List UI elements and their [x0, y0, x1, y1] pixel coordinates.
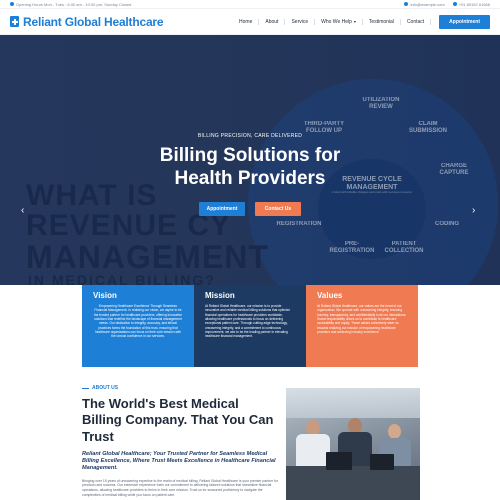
chevron-down-icon: ▾ — [353, 19, 356, 24]
phone-text[interactable]: +91 89152 61666 — [459, 2, 490, 7]
values-title: Values — [317, 291, 343, 300]
chevron-left-icon[interactable]: ‹ — [21, 205, 24, 216]
logo-text[interactable]: Reliant Global Healthcare — [23, 15, 164, 29]
nav-home[interactable]: Home — [233, 19, 258, 25]
chevron-right-icon[interactable]: › — [472, 205, 475, 216]
clock-icon — [10, 2, 14, 6]
email-text[interactable]: info@example.com — [410, 2, 444, 7]
values-card: Values At Reliant Global Healthcare, our… — [306, 285, 418, 367]
nav-who-we-help-label: Who We Help — [321, 18, 352, 25]
photo-monitor — [370, 454, 394, 470]
hero-title-line-2: Health Providers — [174, 167, 326, 189]
about-eyebrow: ABOUT US — [82, 385, 282, 391]
about-section: ABOUT US The World's Best Medical Billin… — [82, 385, 282, 498]
hero-eyebrow: BILLING PRECISION, CARE DELIVERED — [197, 133, 303, 139]
header-appointment-button[interactable]: Appointment — [439, 14, 490, 29]
nav-who-we-help[interactable]: Who We Help ▾ — [315, 19, 362, 25]
nav-divider — [430, 18, 432, 25]
logo[interactable]: Reliant Global Healthcare — [10, 15, 164, 29]
hero-buttons: Appointment Contact Us — [0, 202, 500, 216]
values-text: At Reliant Global Healthcare, our values… — [317, 304, 407, 334]
opening-hours-text: Opening Hours Mon - Tues : 6.00 am - 10.… — [16, 1, 132, 7]
mission-title: Mission — [205, 291, 235, 300]
nav-testimonial[interactable]: Testimonial — [363, 19, 400, 25]
top-bar: Opening Hours Mon - Tues : 6.00 am - 10.… — [0, 0, 500, 9]
main-nav: Home About Service Who We Help ▾ Testimo… — [233, 18, 432, 25]
site-header: Reliant Global Healthcare Home About Ser… — [0, 9, 500, 35]
about-body: Bringing over 15 years of unwavering exp… — [82, 478, 278, 498]
vision-card: Vision Empowering Healthcare Excellence … — [82, 285, 194, 367]
hero-contact-button[interactable]: Contact Us — [255, 202, 301, 216]
about-title: The World's Best Medical Billing Company… — [82, 396, 274, 444]
page: Opening Hours Mon - Tues : 6.00 am - 10.… — [0, 0, 500, 500]
mission-text: At Reliant Global Healthcare, our missio… — [205, 304, 291, 339]
hero-title: Billing Solutions for Health Providers — [0, 145, 500, 191]
phone-icon — [452, 2, 457, 6]
vision-title: Vision — [93, 291, 117, 300]
photo-person-head — [388, 424, 401, 439]
hero-slider: WHAT IS REVENUE CY MANAGEMENT IN MEDICAL… — [0, 35, 500, 285]
photo-window — [286, 388, 420, 418]
mail-icon — [404, 2, 409, 6]
email-link[interactable]: info@example.com — [404, 2, 445, 7]
about-subtitle: Reliant Global Healthcare; Your Trusted … — [82, 450, 276, 472]
vision-mission-values: Vision Empowering Healthcare Excellence … — [82, 285, 418, 367]
hero-content: BILLING PRECISION, CARE DELIVERED Billin… — [0, 35, 500, 285]
photo-desk — [286, 466, 420, 500]
vision-text: Empowering Healthcare Excellence Through… — [93, 304, 182, 339]
photo-monitor — [326, 452, 352, 470]
about-eyebrow-text: ABOUT US — [92, 385, 119, 391]
hero-appointment-button[interactable]: Appointment — [199, 202, 245, 216]
hero-title-line-1: Billing Solutions for — [159, 145, 341, 166]
opening-hours: Opening Hours Mon - Tues : 6.00 am - 10.… — [10, 2, 131, 7]
nav-service[interactable]: Service — [285, 19, 314, 25]
office-team-photo — [286, 388, 420, 500]
nav-about[interactable]: About — [259, 19, 284, 25]
medical-kit-icon — [10, 16, 19, 27]
eyebrow-line — [82, 387, 89, 389]
nav-contact[interactable]: Contact — [401, 19, 430, 25]
mission-card: Mission At Reliant Global Healthcare, ou… — [194, 285, 306, 367]
phone-link[interactable]: +91 89152 61666 — [452, 2, 490, 7]
